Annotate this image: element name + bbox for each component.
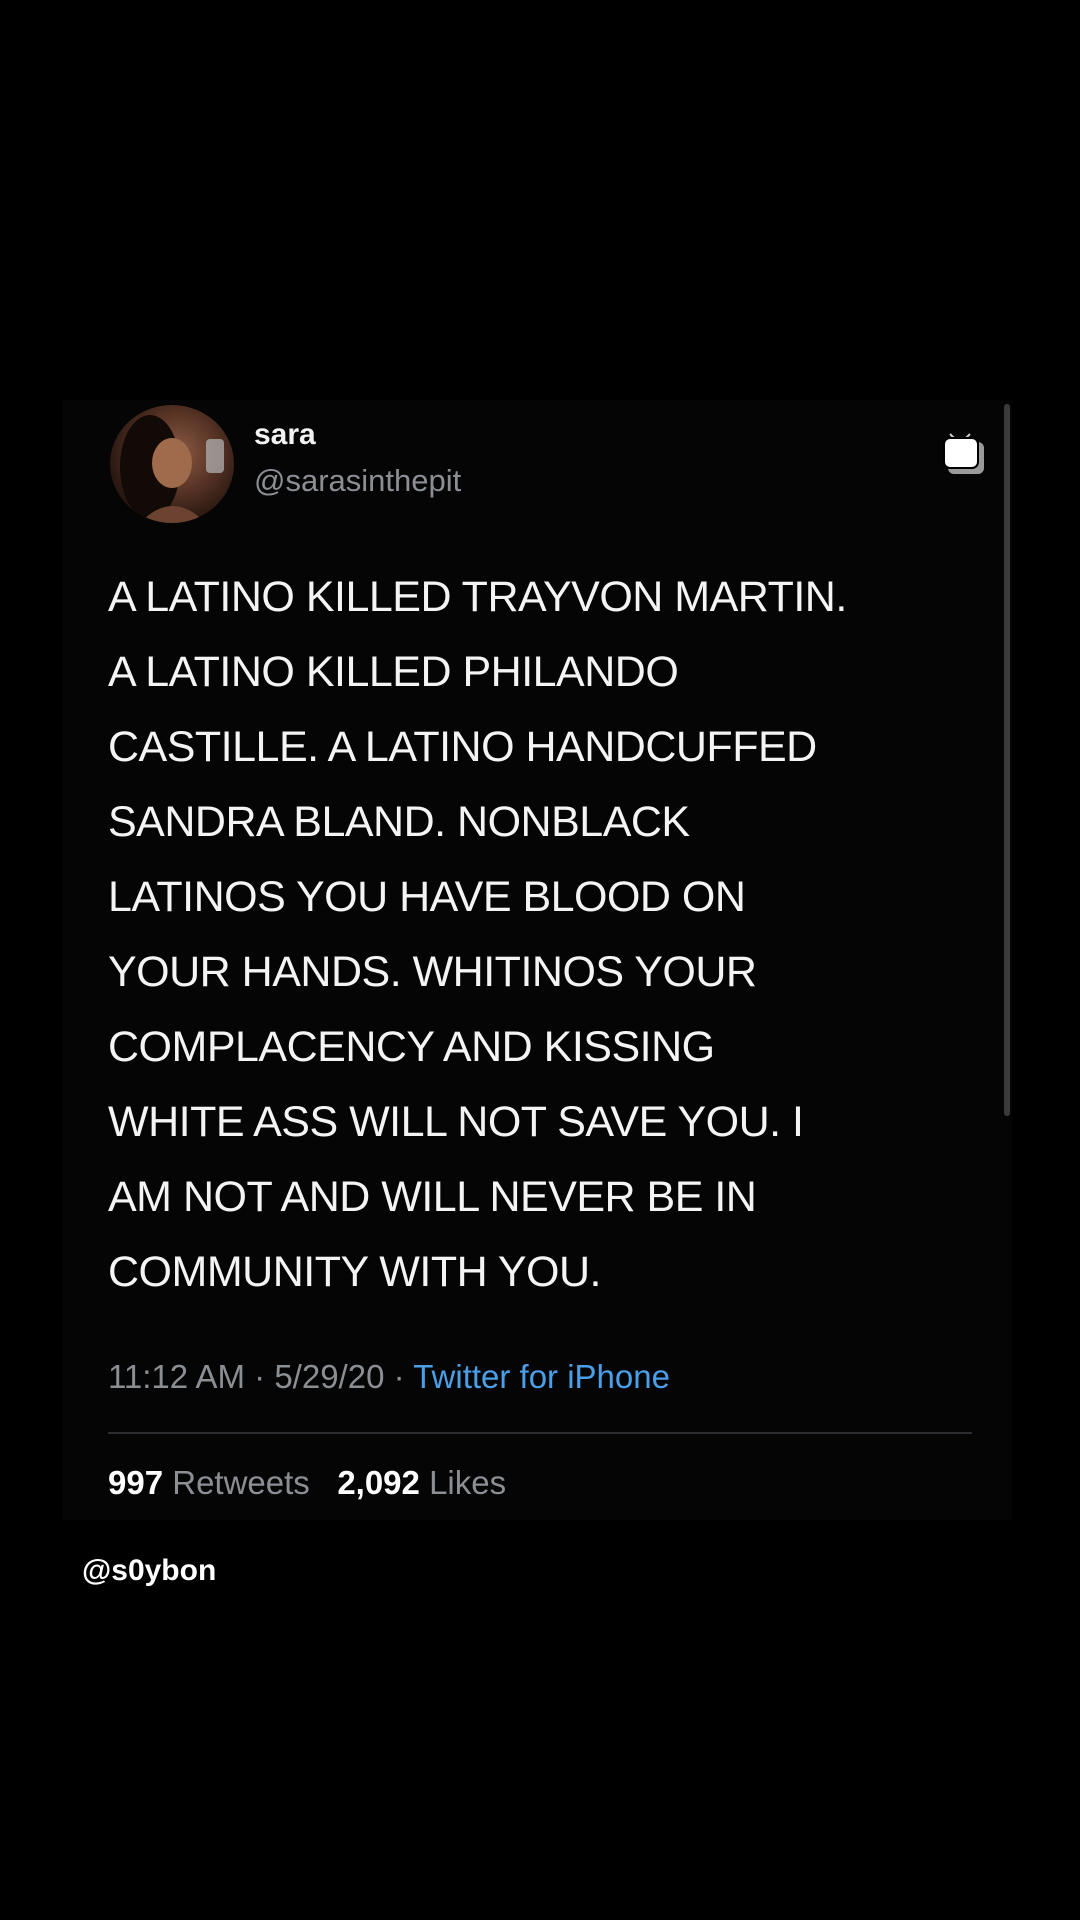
- tweet-text: A LATINO KILLED TRAYVON MARTIN. A LATINO…: [108, 573, 847, 1296]
- tweet-stats: 997 Retweets 2,092 Likes: [108, 1464, 506, 1502]
- author-display-name[interactable]: sara: [254, 418, 316, 452]
- divider: [108, 1432, 972, 1434]
- tweet-source-link[interactable]: Twitter for iPhone: [413, 1358, 670, 1395]
- likes-label[interactable]: Likes: [429, 1464, 506, 1501]
- retweets-label[interactable]: Retweets: [172, 1464, 310, 1501]
- retweets-count[interactable]: 997: [108, 1464, 163, 1501]
- tweet-meta: 11:12 AM · 5/29/20 · Twitter for iPhone: [108, 1358, 670, 1396]
- avatar[interactable]: [110, 405, 234, 523]
- tweet-time: 11:12 AM: [108, 1358, 245, 1395]
- tweet-date: 5/29/20: [274, 1358, 385, 1395]
- meta-separator: ·: [254, 1358, 266, 1395]
- watermark: @s0ybon: [82, 1554, 217, 1587]
- scrollbar[interactable]: [1004, 404, 1010, 1116]
- likes-count[interactable]: 2,092: [337, 1464, 420, 1501]
- author-handle[interactable]: @sarasinthepit: [254, 463, 461, 499]
- meta-separator: ·: [393, 1358, 405, 1395]
- multiple-images-icon[interactable]: [940, 430, 988, 478]
